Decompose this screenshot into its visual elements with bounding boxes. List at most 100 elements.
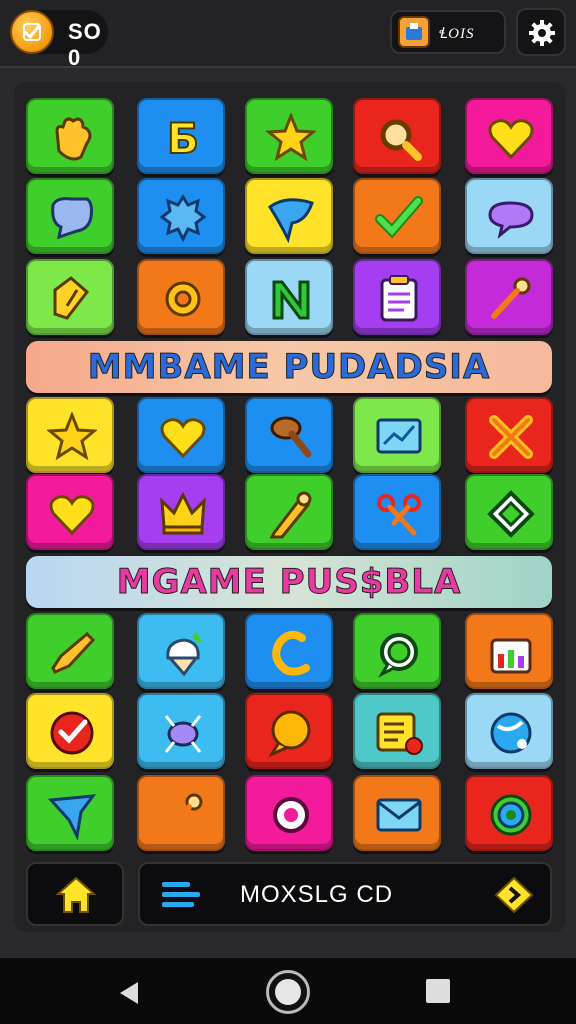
tile-letter-b[interactable]: Ƃ [137,98,225,174]
system-home-button[interactable] [266,970,310,1014]
wing-icon [267,198,314,243]
recents-button[interactable] [426,979,450,1003]
magnifier-icon [380,119,422,161]
tile-hand[interactable] [26,98,114,174]
hand-icon [55,117,92,161]
coin-count: SO 0 [68,19,102,70]
tile-globe[interactable] [465,693,553,769]
checkmark-icon [375,196,423,239]
tile-heart[interactable] [26,474,114,550]
horn-icon [51,631,96,674]
tile-speech-bubble[interactable] [465,178,553,254]
system-navigation-bar [0,958,576,1024]
tile-checkmark[interactable] [353,178,441,254]
svg-text:Ƃ: Ƃ [167,114,199,163]
clipboard-icon [380,275,418,322]
tile-pin[interactable] [465,259,553,335]
tile-target[interactable] [465,775,553,851]
notepad-icon [376,712,423,755]
tile-bubble[interactable] [245,693,333,769]
tile-star[interactable] [245,98,333,174]
tile-notepad[interactable] [353,693,441,769]
tile-tag[interactable] [26,259,114,335]
banner-title-1-text: MMBAME PUDADSIA [87,347,491,388]
tile-letter-n[interactable] [245,259,333,335]
tile-gear-splat[interactable] [137,259,225,335]
envelope-icon [376,798,422,832]
chat-ring-icon [378,633,418,678]
splat-icon [159,194,207,243]
bubble-icon [268,710,311,758]
tile-splat[interactable] [137,178,225,254]
cross-icon [489,415,533,459]
tile-shop[interactable] [465,613,553,689]
gear-splat-icon [165,281,201,317]
tile-scissors[interactable] [353,474,441,550]
back-icon[interactable] [116,980,142,1006]
tile-crown[interactable] [137,474,225,550]
check-circle-icon [50,711,94,755]
chat-blob-icon [51,197,93,240]
tile-pin[interactable] [137,775,225,851]
tag-icon [53,276,90,320]
tile-chat-ring[interactable] [353,613,441,689]
tile-diamond[interactable] [465,474,553,550]
tile-ice-cream[interactable] [137,613,225,689]
star-icon [266,113,316,162]
tile-envelope[interactable] [353,775,441,851]
letter-b-icon: Ƃ [166,113,200,163]
target-icon [490,794,532,836]
banner-title-1: MMBAME PUDADSIA [26,341,552,393]
home-button[interactable] [26,862,124,926]
banner-title-2: MGAME PUS$BLA [26,556,552,608]
diamond-icon [487,490,535,538]
hook-icon [272,630,310,676]
tile-magnifier[interactable] [353,98,441,174]
shop-icon [490,638,532,674]
coin-icon [10,10,54,54]
tile-horn[interactable] [26,613,114,689]
tile-heart[interactable] [465,98,553,174]
chart-icon [376,418,422,454]
tile-chat-blob[interactable] [26,178,114,254]
pin-icon [163,793,203,835]
heart-icon [49,495,95,536]
mode-bar[interactable]: MOXSLG CD [138,862,552,926]
settings-button[interactable] [516,8,566,56]
tile-chart[interactable] [353,397,441,473]
speech-bubble-icon [488,201,534,239]
tile-bug[interactable] [137,693,225,769]
tile-ring[interactable] [245,775,333,851]
bug-icon [164,715,202,753]
ice-cream-icon [166,632,202,677]
tile-star[interactable] [26,397,114,473]
tools-button[interactable]: ꞭOIS [390,10,506,54]
heart-icon [160,418,206,459]
ring-icon [273,797,309,833]
scissors-icon [377,494,421,536]
tile-pencil[interactable] [245,474,333,550]
menu-icon [162,882,200,907]
tile-hammer[interactable] [245,397,333,473]
tile-hook[interactable] [245,613,333,689]
gear-icon [529,20,555,46]
heart-icon [488,119,534,160]
tile-cross[interactable] [465,397,553,473]
tile-arrow[interactable] [26,775,114,851]
home-icon [56,876,96,913]
pin-icon [491,277,531,319]
star-icon [47,412,97,461]
next-arrow-icon[interactable] [494,876,534,914]
globe-icon [490,712,532,754]
tile-heart[interactable] [137,397,225,473]
coin-counter[interactable]: SO 0 [10,10,108,70]
tile-clipboard[interactable] [353,259,441,335]
pencil-icon [269,491,312,539]
arrow-icon [47,794,97,840]
tile-wing[interactable] [245,178,333,254]
hammer-icon [270,416,312,458]
top-bar: SO 0 ꞭOIS [0,0,576,70]
tile-check-circle[interactable] [26,693,114,769]
crown-icon [160,491,206,535]
letter-n-icon [272,280,310,320]
